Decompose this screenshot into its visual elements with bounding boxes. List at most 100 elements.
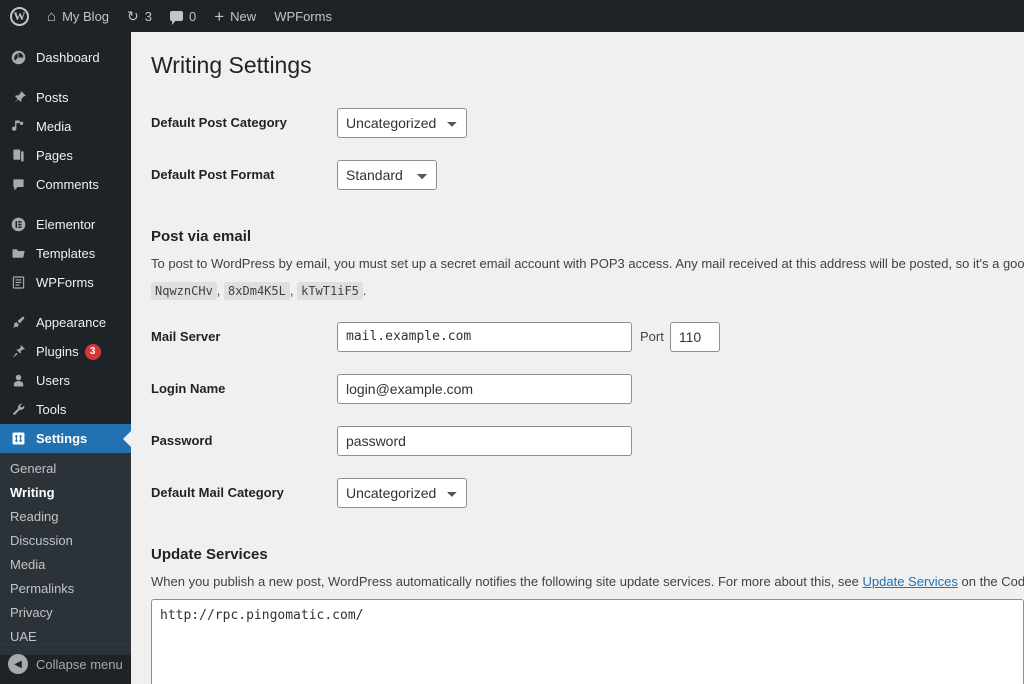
comments-menu[interactable]: 0 xyxy=(161,0,205,32)
collapse-menu-label: Collapse menu xyxy=(36,656,123,672)
post-via-email-heading: Post via email xyxy=(151,227,252,245)
sidebar-item-label: Posts xyxy=(36,90,69,105)
table-row: Default Post Category Uncategorized xyxy=(151,97,1024,149)
sidebar-item-posts[interactable]: Posts xyxy=(0,83,131,112)
submenu-item-privacy[interactable]: Privacy xyxy=(0,601,131,625)
menu-separator-3 xyxy=(0,297,131,308)
submenu-item-reading[interactable]: Reading xyxy=(0,505,131,529)
wpforms-menu[interactable]: WPForms xyxy=(265,0,341,32)
password-label: Password xyxy=(151,433,213,449)
submenu-item-media[interactable]: Media xyxy=(0,553,131,577)
port-label: Port xyxy=(640,329,664,345)
dashboard-icon xyxy=(8,48,28,68)
sidebar-item-settings[interactable]: Settings xyxy=(0,424,131,453)
post-via-email-description: To post to WordPress by email, you must … xyxy=(151,254,1024,274)
update-services-description: When you publish a new post, WordPress a… xyxy=(151,572,1024,592)
default-post-category-select[interactable]: Uncategorized xyxy=(337,107,467,138)
login-name-input[interactable] xyxy=(337,373,632,404)
default-mail-category-label: Default Mail Category xyxy=(151,485,284,501)
folder-icon xyxy=(8,244,28,264)
sidebar-item-label: Comments xyxy=(36,177,99,192)
comment-icon xyxy=(8,175,28,195)
submenu-item-general[interactable]: General xyxy=(0,457,131,481)
admin-bar: W ⌂ My Blog ↻ 3 0 + New WPForms xyxy=(0,0,1024,32)
mail-server-row: Port xyxy=(337,321,1021,352)
menu-separator-2 xyxy=(0,199,131,210)
pages-icon xyxy=(8,146,28,166)
sidebar-item-label: Elementor xyxy=(36,217,96,232)
sidebar-item-label: Appearance xyxy=(36,315,107,330)
mail-server-cell: Port xyxy=(337,311,1024,363)
port-input[interactable] xyxy=(669,321,720,352)
update-services-link[interactable]: Update Services xyxy=(863,574,958,589)
sidebar-item-label: Dashboard xyxy=(36,50,100,65)
mail-server-input[interactable] xyxy=(337,321,632,352)
default-post-format-select[interactable]: Standard xyxy=(337,159,437,190)
sidebar-item-label: Settings xyxy=(36,431,88,446)
secret-code-1: NqwznCHv xyxy=(151,282,217,301)
settings-icon xyxy=(8,429,28,449)
submenu-item-writing[interactable]: Writing xyxy=(0,481,131,505)
pin-icon xyxy=(8,88,28,108)
plus-icon: + xyxy=(214,6,225,26)
plug-icon xyxy=(8,342,28,362)
sidebar-item-label: WPForms xyxy=(36,275,94,290)
wordpress-logo-button[interactable]: W xyxy=(0,0,38,32)
password-input[interactable] xyxy=(337,425,632,456)
sidebar-item-plugins[interactable]: Plugins 3 xyxy=(0,337,131,366)
description-text: To post to WordPress by email, you must … xyxy=(151,255,1024,271)
site-name-label: My Blog xyxy=(62,8,110,24)
sidebar-item-label: Users xyxy=(36,373,70,388)
plugins-update-badge: 3 xyxy=(84,343,101,360)
update-desc-after: on the Codex. Separate multi xyxy=(961,573,1024,589)
update-services-textarea[interactable]: http://rpc.pingomatic.com/ xyxy=(151,599,1024,684)
default-post-format-label: Default Post Format xyxy=(151,167,275,183)
sidebar-item-templates[interactable]: Templates xyxy=(0,239,131,268)
login-name-label: Login Name xyxy=(151,381,226,397)
menu-spacer-top xyxy=(0,32,131,43)
sidebar-item-label: Media xyxy=(36,119,72,134)
main-content: Writing Settings Default Post Category U… xyxy=(131,32,1024,684)
default-post-category-label: Default Post Category xyxy=(151,115,287,131)
sidebar-item-label: Plugins xyxy=(36,344,79,359)
sidebar-item-label: Templates xyxy=(36,246,96,261)
table-row: Login Name xyxy=(151,363,1024,415)
password-cell xyxy=(337,415,1024,467)
sidebar-item-comments[interactable]: Comments xyxy=(0,170,131,199)
sidebar-item-wpforms[interactable]: WPForms xyxy=(0,268,131,297)
elementor-icon xyxy=(8,215,28,235)
wrench-icon xyxy=(8,400,28,420)
submenu-item-discussion[interactable]: Discussion xyxy=(0,529,131,553)
updates-refresh-icon: ↻ xyxy=(127,8,139,24)
update-services-heading: Update Services xyxy=(151,545,268,563)
sidebar-item-appearance[interactable]: Appearance xyxy=(0,308,131,337)
home-icon: ⌂ xyxy=(47,7,57,25)
sidebar-item-media[interactable]: Media xyxy=(0,112,131,141)
code-period: . xyxy=(362,283,367,299)
submenu-item-permalinks[interactable]: Permalinks xyxy=(0,577,131,601)
sidebar-item-dashboard[interactable]: Dashboard xyxy=(0,43,131,72)
sidebar-item-users[interactable]: Users xyxy=(0,366,131,395)
writing-settings-table: Default Post Category Uncategorized Defa… xyxy=(151,97,1024,201)
sidebar-item-pages[interactable]: Pages xyxy=(0,141,131,170)
user-icon xyxy=(8,371,28,391)
table-row: Default Mail Category Uncategorized xyxy=(151,467,1024,519)
site-name-menu[interactable]: ⌂ My Blog xyxy=(38,0,118,32)
menu-separator-1 xyxy=(0,72,131,83)
new-content-menu[interactable]: + New xyxy=(205,0,265,32)
updates-menu[interactable]: ↻ 3 xyxy=(118,0,161,32)
post-via-email-table: Mail Server Port Login Name Password Def… xyxy=(151,311,1024,519)
default-mail-category-select[interactable]: Uncategorized xyxy=(337,477,467,508)
sidebar-item-elementor[interactable]: Elementor xyxy=(0,210,131,239)
admin-sidebar-menu: Dashboard Posts Media Pages Comments Ele… xyxy=(0,32,131,684)
sidebar-item-label: Tools xyxy=(36,402,67,417)
default-mail-category-cell: Uncategorized xyxy=(337,467,1024,519)
sidebar-item-tools[interactable]: Tools xyxy=(0,395,131,424)
comments-count: 0 xyxy=(189,8,197,24)
wpforms-label: WPForms xyxy=(274,8,332,24)
media-icon xyxy=(8,117,28,137)
post-via-email-codes: NqwznCHv, 8xDm4K5L, kTwT1iF5. xyxy=(151,281,1024,301)
table-row: Mail Server Port xyxy=(151,311,1024,363)
brush-icon xyxy=(8,313,28,333)
collapse-menu-button[interactable]: ◀ Collapse menu xyxy=(0,644,131,684)
